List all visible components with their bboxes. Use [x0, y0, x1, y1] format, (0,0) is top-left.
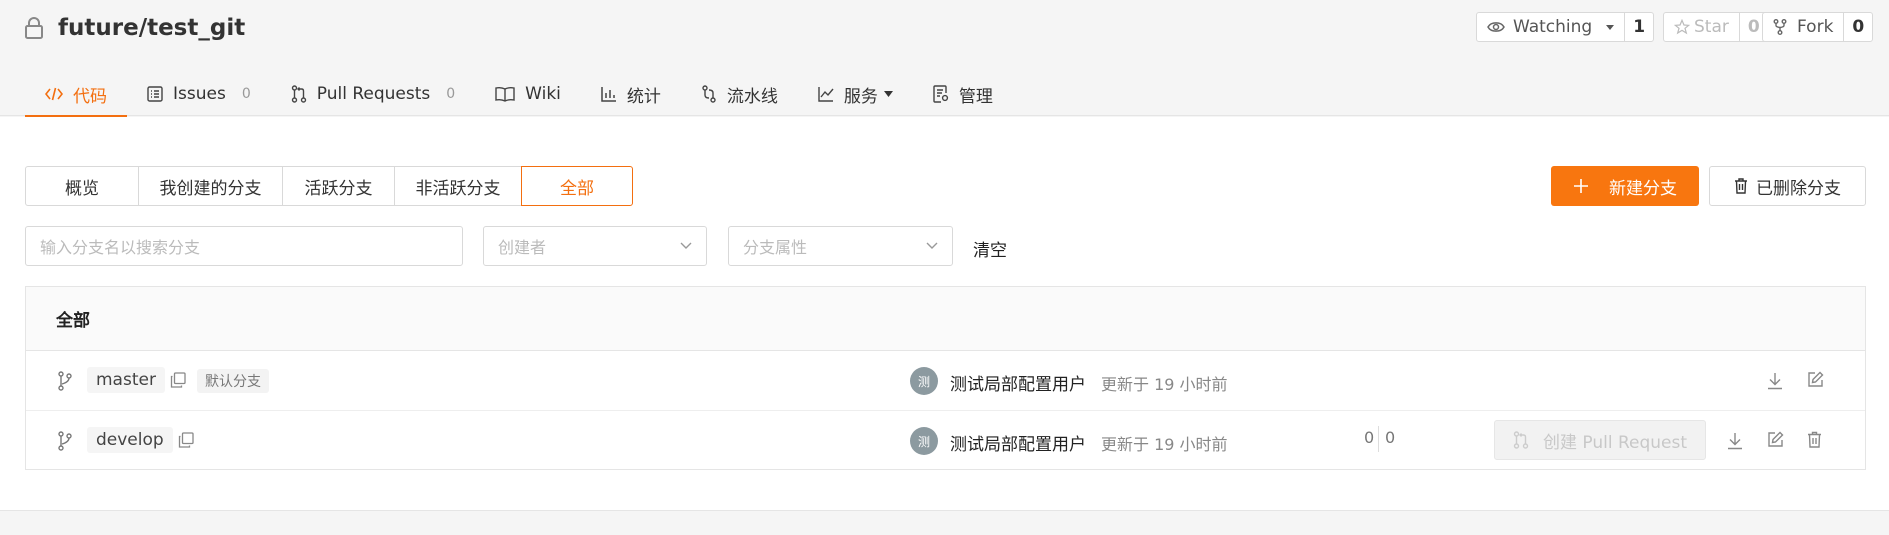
tab-issues-count: 0 [241, 86, 251, 102]
fork-button[interactable]: Fork 0 [1762, 12, 1874, 42]
plus-icon [1573, 178, 1589, 194]
repo-header: future/test_git Watching 1 Star 0 Fork 0… [0, 0, 1889, 117]
tab-settings[interactable]: 管理 [913, 72, 1013, 116]
caret-down-icon [1606, 24, 1615, 30]
star-label: Star [1694, 17, 1729, 37]
repo-title: future/test_git [24, 10, 245, 46]
tab-issues-label: Issues [173, 84, 226, 104]
committer-name[interactable]: 测试局部配置用户 [950, 370, 1086, 395]
pipeline-icon [701, 85, 717, 103]
line-chart-icon [818, 86, 834, 102]
branch-icon [57, 431, 73, 451]
branch-table: 全部 master 默认分支 测 测试局部配置用户 更新于 19 小时前 dev… [25, 286, 1866, 470]
bar-chart-icon [601, 86, 617, 102]
tab-pipeline-label: 流水线 [726, 86, 778, 107]
tab-pull-requests[interactable]: Pull Requests 0 [271, 72, 475, 116]
committer-name[interactable]: 测试局部配置用户 [950, 430, 1086, 455]
tab-settings-label: 管理 [958, 86, 993, 107]
eye-icon [1487, 20, 1505, 34]
creator-select[interactable]: 创建者 [483, 226, 707, 266]
chevron-down-icon [680, 242, 692, 250]
table-row: develop 测 测试局部配置用户 更新于 19 小时前 0 0 创建 Pul… [26, 411, 1865, 471]
edit-icon[interactable] [1807, 371, 1824, 388]
branch-search-placeholder: 输入分支名以搜索分支 [40, 238, 201, 257]
updated-time: 更新于 19 小时前 [1101, 435, 1228, 454]
new-branch-button[interactable]: 新建分支 [1551, 166, 1699, 206]
watch-button[interactable]: Watching 1 [1476, 12, 1655, 42]
updated-time: 更新于 19 小时前 [1101, 375, 1228, 394]
tab-stats[interactable]: 统计 [581, 72, 681, 116]
create-pull-request-button[interactable]: 创建 Pull Request [1494, 420, 1706, 460]
create-pull-request-label: 创建 Pull Request [1542, 432, 1688, 453]
tab-pull-requests-label: Pull Requests [316, 84, 431, 104]
filter-tab-active[interactable]: 活跃分支 [282, 166, 395, 206]
issues-icon [147, 86, 163, 102]
avatar[interactable]: 测 [910, 427, 938, 455]
filter-tab-mine[interactable]: 我创建的分支 [138, 166, 283, 206]
tab-pipeline[interactable]: 流水线 [681, 72, 798, 116]
pull-request-icon [291, 85, 307, 103]
fork-label: Fork [1797, 17, 1834, 37]
repo-name[interactable]: future/test_git [58, 15, 245, 41]
watch-count[interactable]: 1 [1624, 13, 1653, 41]
filter-tab-inactive[interactable]: 非活跃分支 [394, 166, 522, 206]
branch-filter-tabs: 概览 我创建的分支 活跃分支 非活跃分支 全部 [25, 166, 633, 206]
edit-icon[interactable] [1767, 431, 1784, 448]
trash-icon[interactable] [1807, 431, 1822, 448]
star-icon [1674, 19, 1690, 35]
tab-stats-label: 统计 [626, 86, 661, 107]
fork-icon [1773, 19, 1787, 35]
tab-code[interactable]: 代码 [25, 72, 127, 117]
settings-doc-icon [933, 85, 949, 103]
filter-tab-all[interactable]: 全部 [521, 166, 633, 206]
ahead-behind-divider [1378, 426, 1379, 452]
copy-icon[interactable] [170, 372, 186, 388]
branch-name[interactable]: master [87, 367, 165, 393]
branch-icon [57, 371, 73, 391]
deleted-branches-label: 已删除分支 [1756, 178, 1841, 199]
tab-services[interactable]: 服务 [798, 72, 913, 116]
tab-pull-requests-count: 0 [446, 86, 456, 102]
fork-count[interactable]: 0 [1843, 13, 1872, 41]
repo-nav: 代码 Issues 0 Pull Requests 0 Wiki 统计 流水线 … [25, 72, 1013, 117]
star-button[interactable]: Star 0 [1663, 12, 1769, 42]
tab-wiki[interactable]: Wiki [475, 72, 581, 116]
tab-wiki-label: Wiki [525, 84, 561, 104]
book-icon [495, 86, 515, 102]
branch-search-input[interactable]: 输入分支名以搜索分支 [25, 226, 463, 266]
download-icon[interactable] [1767, 372, 1783, 390]
copy-icon[interactable] [178, 432, 194, 448]
creator-placeholder: 创建者 [498, 238, 547, 257]
deleted-branches-button[interactable]: 已删除分支 [1709, 166, 1866, 206]
avatar[interactable]: 测 [910, 367, 938, 395]
table-header: 全部 [26, 287, 1865, 351]
watch-label: Watching [1513, 17, 1593, 37]
lock-icon [24, 17, 44, 39]
clear-filters-button[interactable]: 清空 [973, 236, 1007, 261]
table-row: master 默认分支 测 测试局部配置用户 更新于 19 小时前 [26, 351, 1865, 411]
trash-icon [1734, 178, 1748, 194]
branch-attr-placeholder: 分支属性 [743, 238, 808, 257]
tab-code-label: 代码 [73, 86, 107, 107]
ahead-count: 0 [1385, 428, 1396, 447]
new-branch-label: 新建分支 [1609, 178, 1677, 199]
filter-tab-overview[interactable]: 概览 [25, 166, 139, 206]
branch-name[interactable]: develop [87, 427, 173, 453]
behind-count: 0 [1364, 428, 1375, 447]
chevron-down-icon [926, 242, 938, 250]
code-icon [45, 87, 63, 101]
tab-services-label: 服务 [843, 86, 878, 107]
tab-issues[interactable]: Issues 0 [127, 72, 271, 116]
caret-down-icon [883, 91, 893, 97]
download-icon[interactable] [1727, 432, 1743, 450]
branch-attr-select[interactable]: 分支属性 [728, 226, 953, 266]
default-branch-tag: 默认分支 [197, 369, 269, 393]
pull-request-icon [1513, 431, 1529, 449]
